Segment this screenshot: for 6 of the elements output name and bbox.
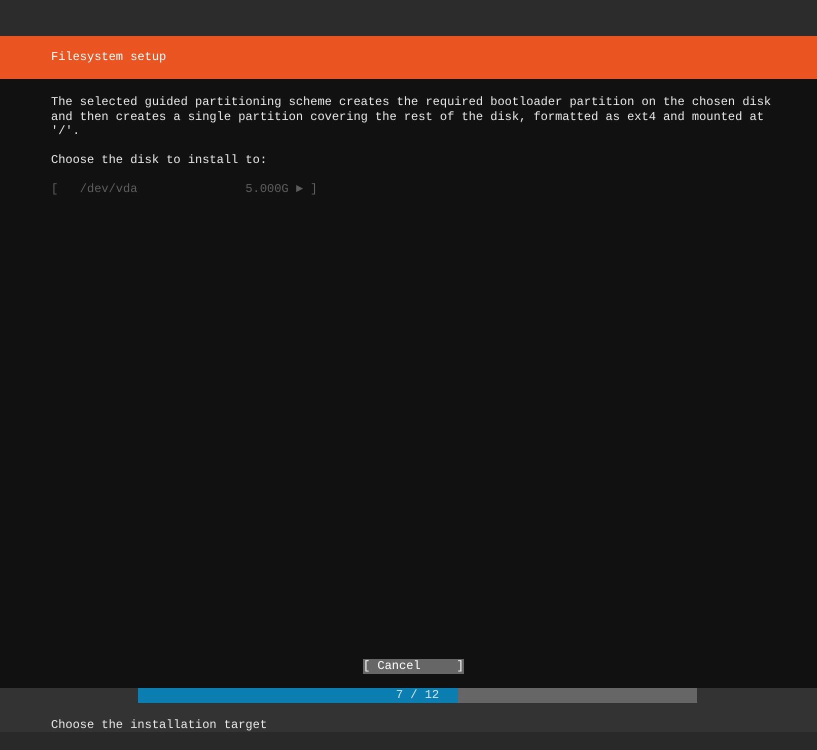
disk-prompt: Choose the disk to install to: (51, 153, 268, 168)
status-text: Choose the installation target (50, 717, 268, 732)
progress-label: 7 / 12 (396, 688, 440, 703)
screen-title: Filesystem setup (51, 50, 166, 65)
description-text: The selected guided partitioning scheme creates the required bootloader partition on the chosen disk and then creates a single partition covering the rest of the disk, formatted as ext4 and mounted at '/'. (51, 95, 772, 138)
cancel-button[interactable]: [ Cancel ] (363, 659, 464, 674)
